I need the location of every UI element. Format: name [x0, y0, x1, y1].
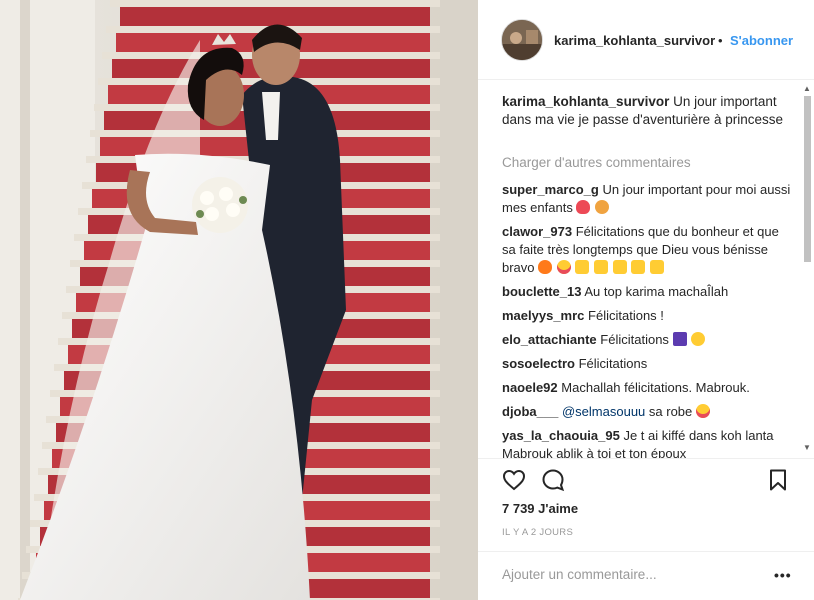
wedding-photo	[0, 0, 478, 600]
separator-dot: •	[718, 33, 723, 48]
comment-text: Au top karima machaÎlah	[584, 284, 729, 299]
comments-list[interactable]: karima_kohlanta_survivor Un jour importa…	[478, 80, 814, 458]
comment-mention-link[interactable]: @selmasouuu	[562, 404, 645, 419]
fire-emoji-icon	[538, 260, 553, 274]
thumbs-up-emoji-icon	[594, 260, 609, 274]
comment-text: sa robe	[648, 404, 693, 419]
more-options-icon[interactable]: •••	[774, 567, 792, 583]
comment-item: djoba___ @selmasouuu sa robe	[502, 403, 792, 421]
comments-scrollbar[interactable]: ▲ ▼	[802, 82, 812, 454]
comment-item: elo_attachiante Félicitations	[502, 331, 792, 349]
heart-outline-icon	[502, 469, 526, 491]
caption-username[interactable]: karima_kohlanta_survivor	[502, 94, 669, 109]
comment-username[interactable]: elo_attachiante	[502, 332, 597, 347]
post-photo[interactable]	[0, 0, 478, 600]
speech-bubble-icon	[542, 469, 565, 492]
red-carpet	[120, 7, 430, 26]
like-button[interactable]	[502, 468, 526, 492]
follow-button[interactable]: S'abonner	[730, 33, 793, 48]
red-heart-emoji-icon	[576, 200, 591, 214]
post-author-username[interactable]: karima_kohlanta_survivor	[554, 33, 715, 48]
comment-username[interactable]: naoele92	[502, 380, 558, 395]
comment-text: Machallah félicitations. Mabrouk.	[561, 380, 750, 395]
heart-eyes-emoji-icon	[695, 404, 710, 418]
comment-username[interactable]: super_marco_g	[502, 182, 599, 197]
post-actions: 7 739 J'aime IL Y A 2 JOURS •••	[478, 458, 814, 600]
comment-username[interactable]: yas_la_chaouia_95	[502, 428, 620, 443]
post-header: karima_kohlanta_survivor • S'abonner	[478, 0, 814, 80]
post-caption: karima_kohlanta_survivor Un jour importa…	[502, 93, 792, 129]
comment-username[interactable]: sosoelectro	[502, 356, 575, 371]
comment-item: clawor_973 Félicitations que du bonheur …	[502, 223, 792, 277]
comment-item: sosoelectro Félicitations	[502, 355, 792, 373]
thumbs-up-emoji-icon	[631, 260, 646, 274]
comment-item: super_marco_g Un jour important pour moi…	[502, 181, 792, 217]
add-comment-bar: •••	[478, 551, 814, 600]
thumbs-up-emoji-icon	[575, 260, 590, 274]
avatar[interactable]	[501, 19, 543, 61]
comment-item: maelyys_mrc Félicitations !	[502, 307, 792, 325]
comment-button[interactable]	[541, 468, 565, 492]
add-comment-input[interactable]	[502, 564, 752, 584]
comment-text: Félicitations	[578, 356, 648, 371]
scroll-up-arrow-icon[interactable]: ▲	[803, 84, 811, 93]
comment-item: naoele92 Machallah félicitations. Mabrou…	[502, 379, 792, 397]
comment-text: Félicitations !	[588, 308, 664, 323]
avatar-image	[502, 20, 542, 60]
comment-username[interactable]: clawor_973	[502, 224, 572, 239]
comment-text: Félicitations	[600, 332, 669, 347]
party-popper-emoji-icon	[672, 332, 687, 346]
post-timestamp[interactable]: IL Y A 2 JOURS	[502, 527, 573, 538]
kissing-face-emoji-icon	[691, 332, 706, 346]
likes-count[interactable]: 7 739 J'aime	[502, 501, 578, 516]
thumbs-up-emoji-icon	[649, 260, 664, 274]
comment-username[interactable]: bouclette_13	[502, 284, 581, 299]
comment-username[interactable]: maelyys_mrc	[502, 308, 584, 323]
bookmark-icon	[770, 469, 786, 491]
heart-eyes-emoji-icon	[556, 260, 571, 274]
comment-item: yas_la_chaouia_95 Je t ai kiffé dans koh…	[502, 427, 792, 458]
comment-item: bouclette_13 Au top karima machaÎlah	[502, 283, 792, 301]
save-button[interactable]	[766, 468, 790, 492]
couple-emoji-icon	[595, 200, 610, 214]
thumbs-up-emoji-icon	[612, 260, 627, 274]
comment-username[interactable]: djoba___	[502, 404, 558, 419]
scroll-down-arrow-icon[interactable]: ▼	[803, 443, 811, 452]
stair-step	[110, 0, 440, 7]
post-details-panel: karima_kohlanta_survivor • S'abonner kar…	[478, 0, 814, 600]
scrollbar-thumb[interactable]	[804, 96, 811, 262]
load-more-comments-button[interactable]: Charger d'autres commentaires	[502, 155, 691, 170]
